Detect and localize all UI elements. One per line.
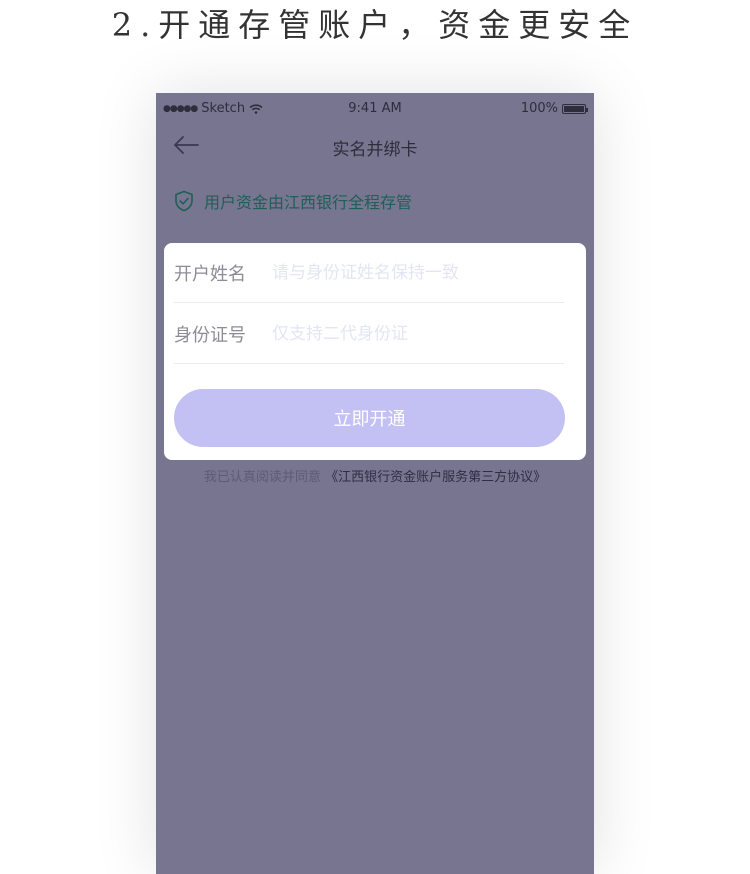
id-number-input[interactable] bbox=[272, 323, 564, 344]
shield-check-icon bbox=[175, 190, 193, 212]
phone-screen: ●●●●● Sketch 9:41 AM 100% 实名并绑卡 用户资金由江西银… bbox=[156, 93, 594, 874]
agreement-line: 我已认真阅读并同意 《江西银行资金账户服务第三方协议》 bbox=[156, 466, 594, 485]
open-account-button[interactable]: 立即开通 bbox=[174, 389, 565, 447]
page: 2.开通存管账户，资金更安全 ●●●●● Sketch 9:41 AM 100% bbox=[0, 0, 750, 874]
name-input[interactable] bbox=[272, 262, 564, 283]
nav-bar: 实名并绑卡 bbox=[156, 127, 594, 165]
headline: 2.开通存管账户，资金更安全 bbox=[111, 6, 639, 44]
custody-notice: 用户资金由江西银行全程存管 bbox=[174, 189, 412, 213]
page-title: 实名并绑卡 bbox=[332, 140, 418, 160]
name-label: 开户姓名 bbox=[174, 263, 246, 285]
battery-percent: 100% bbox=[520, 101, 558, 116]
agreement-prefix: 我已认真阅读并同意 bbox=[203, 470, 321, 485]
id-row: 身份证号 bbox=[174, 304, 564, 364]
notice-text: 用户资金由江西银行全程存管 bbox=[204, 193, 413, 212]
status-right: 100% bbox=[520, 101, 588, 116]
battery-icon bbox=[562, 103, 588, 114]
name-row: 开户姓名 bbox=[174, 243, 564, 303]
agreement-link[interactable]: 《江西银行资金账户服务第三方协议》 bbox=[325, 470, 546, 485]
id-label: 身份证号 bbox=[174, 324, 246, 346]
status-bar: ●●●●● Sketch 9:41 AM 100% bbox=[156, 93, 594, 127]
account-form-card: 开户姓名 身份证号 立即开通 bbox=[164, 243, 586, 460]
